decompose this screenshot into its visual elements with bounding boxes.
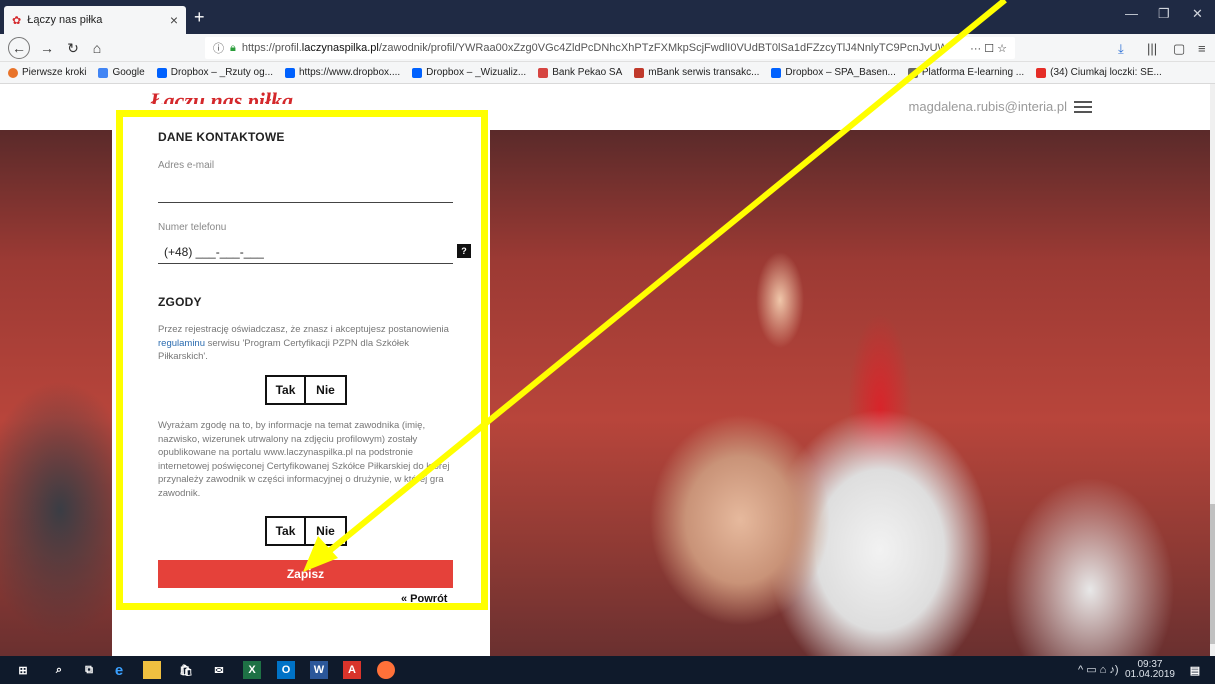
browser-tab-bar: ✿ Łączy nas piłka × + — ❐ ✕ [0,0,1215,34]
sidebar-icon[interactable]: ▢ [1173,41,1185,57]
bank-icon [634,67,645,78]
close-window-icon[interactable]: ✕ [1192,6,1203,22]
minimize-icon[interactable]: — [1125,6,1138,21]
store-icon[interactable]: 🛍︎ [177,661,195,679]
edge-icon[interactable]: e [110,661,128,679]
mail-icon[interactable]: ✉ [210,661,228,679]
bookmark-item[interactable]: Pierwsze kroki [8,67,86,78]
page-actions-icon[interactable]: ··· ☐ ☆ [970,42,1007,55]
bookmark-item[interactable]: Dropbox – SPA_Basen... [771,67,896,78]
acrobat-icon[interactable]: A [343,661,361,679]
site-favicon-icon: ✿ [12,14,22,27]
bank-icon [538,67,549,78]
bookmark-icon [8,67,18,78]
back-button[interactable]: ← [8,37,30,59]
windows-taskbar: ⊞ ⌕ ⧉ e 🛍︎ ✉ X O W A ^ ▭ ⌂ ♪) 09:37 01.0… [0,656,1215,684]
bookmark-item[interactable]: Google [98,67,145,78]
dropbox-icon [156,67,167,78]
bookmark-item[interactable]: Bank Pekao SA [538,67,622,78]
bookmark-item[interactable]: Dropbox – _Wizualiz... [412,67,526,78]
reload-button[interactable]: ↻ [62,37,84,59]
dropbox-icon [771,67,782,78]
lock-icon: 🔒︎ [230,41,236,54]
google-icon [98,67,109,78]
bookmark-item[interactable]: mBank serwis transakc... [634,67,759,78]
dropbox-icon [285,67,295,78]
info-icon[interactable]: ⓘ [213,40,224,56]
url-text: https://profil.laczynaspilka.pl/zawodnik… [241,42,948,54]
bookmark-item[interactable]: Platforma E-learning ... [907,67,1024,78]
elearning-icon [907,67,918,78]
taskbar-clock[interactable]: 09:37 01.04.2019 [1125,660,1175,680]
menu-icon[interactable]: ≡ [1198,41,1206,56]
user-email[interactable]: magdalena.rubis@interia.pl [909,99,1067,114]
address-bar[interactable]: ⓘ 🔒︎ https://profil.laczynaspilka.pl/zaw… [205,37,1015,59]
tab-title: Łączy nas piłka [27,14,103,26]
download-icon[interactable]: ⤓ [1118,41,1124,57]
clock-date: 01.04.2019 [1124,669,1175,680]
outlook-icon[interactable]: O [277,661,295,679]
task-view-icon[interactable]: ⧉ [80,661,98,679]
system-tray-icons[interactable]: ^ ▭ ⌂ ♪) [1078,663,1119,676]
new-tab-button[interactable]: + [194,6,205,28]
search-icon[interactable]: ⌕ [50,661,68,679]
excel-icon[interactable]: X [243,661,261,679]
file-explorer-icon[interactable] [143,661,161,679]
bookmark-item[interactable]: Dropbox – _Rzuty og... [156,67,273,78]
dropbox-icon [412,67,423,78]
restore-icon[interactable]: ❐ [1158,6,1170,22]
windows-start-icon[interactable]: ⊞ [14,661,32,679]
page-scrollbar[interactable] [1210,84,1215,656]
youtube-icon [1036,67,1047,78]
navigation-toolbar: ← → ↻ ⌂ ⓘ 🔒︎ https://profil.laczynaspilk… [0,34,1215,62]
bookmark-item[interactable]: (34) Ciumkaj loczki: SE... [1036,67,1162,78]
hamburger-menu-icon[interactable] [1074,101,1092,113]
library-icon[interactable]: ||| [1147,41,1157,56]
firefox-icon[interactable] [377,661,395,679]
close-tab-icon[interactable]: × [170,12,178,28]
highlight-frame [116,110,488,610]
word-icon[interactable]: W [310,661,328,679]
browser-tab[interactable]: ✿ Łączy nas piłka × [4,6,186,34]
bookmark-item[interactable]: https://www.dropbox.... [285,67,400,78]
home-button[interactable]: ⌂ [86,37,108,59]
bookmarks-bar: Pierwsze kroki Google Dropbox – _Rzuty o… [0,62,1215,84]
forward-button[interactable]: → [36,37,58,59]
notifications-icon[interactable]: ▤ [1186,661,1204,679]
scrollbar-thumb[interactable] [1210,504,1215,644]
